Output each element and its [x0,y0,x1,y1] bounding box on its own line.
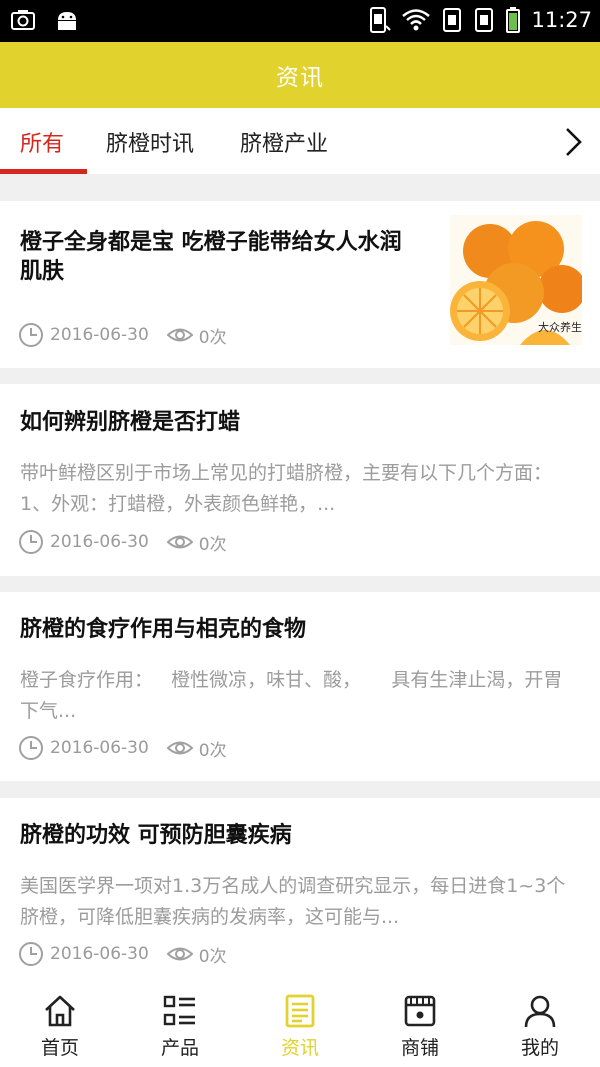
article-meta: 2016-06-30 0次 [18,941,227,967]
article-date: 2016-06-30 [50,738,149,758]
article-title: 脐橙的食疗作用与相克的食物 [20,617,307,642]
article-date: 2016-06-30 [50,944,149,964]
nav-label: 商铺 [400,1037,439,1059]
phone-signal-icon [370,7,392,33]
chevron-right-icon[interactable] [560,126,586,158]
article-meta: 2016-06-30 0次 [18,735,227,761]
news-icon [285,994,315,1028]
shop-icon [404,995,436,1027]
svg-text:大众养生: 大众养生 [538,320,582,334]
article-item[interactable]: 如何辨别脐橙是否打蜡 带叶鲜橙区别于市场上常见的打蜡脐橙，主要有以下几个方面：1… [0,384,600,576]
nav-home[interactable]: 首页 [0,983,120,1067]
header-bar: 资讯 [0,42,600,108]
clock-icon [19,530,43,554]
article-thumbnail: 大众养生 [450,215,582,345]
status-bar: 11:27 [0,0,600,42]
sim2-icon [475,8,494,32]
nav-label: 首页 [40,1037,79,1059]
nav-mine[interactable]: 我的 [480,983,600,1067]
sim1-icon [443,8,462,32]
eye-icon [166,328,193,342]
eye-icon [166,741,193,755]
category-tabs: 所有 脐橙时讯 脐橙产业 [0,108,600,174]
clock-icon [19,942,43,966]
oranges-image: 大众养生 [450,215,582,345]
article-summary: 橙子食疗作用： 橙性微凉，味甘、酸， 具有生津止渴，开胃下气... [20,669,563,722]
nav-label: 产品 [160,1037,199,1059]
page-title: 资讯 [276,65,324,91]
nav-news[interactable]: 资讯 [240,983,360,1067]
tab-all[interactable]: 所有 [20,126,64,158]
eye-icon [166,535,193,549]
article-item[interactable]: 橙子全身都是宝 吃橙子能带给女人水润肌肤 大众养生 2016-06-30 0次 [0,201,600,368]
article-views: 0次 [198,534,227,555]
clock-icon [19,323,43,347]
home-icon [45,995,75,1027]
article-meta: 2016-06-30 0次 [18,529,227,555]
clock-icon [19,736,43,760]
nav-products[interactable]: 产品 [120,983,240,1067]
eye-icon [166,947,193,961]
article-item[interactable]: 脐橙的功效 可预防胆囊疾病 美国医学界一项对1.3万名成人的调查研究显示，每日进… [0,798,600,983]
article-views: 0次 [198,946,227,967]
nav-label: 我的 [520,1037,559,1059]
tab-navel-orange-industry[interactable]: 脐橙产业 [240,126,328,158]
list-icon [163,995,195,1026]
clock: 11:27 [531,8,592,32]
article-views: 0次 [198,740,227,761]
article-date: 2016-06-30 [50,325,149,345]
article-meta: 2016-06-30 0次 [18,322,227,348]
android-icon [58,12,76,30]
wifi-icon [402,9,431,31]
article-title: 橙子全身都是宝 吃橙子能带给女人水润肌肤 [20,230,402,284]
article-summary: 带叶鲜橙区别于市场上常见的打蜡脐橙，主要有以下几个方面：1、外观：打蜡橙，外表颜… [20,462,553,515]
article-title: 如何辨别脐橙是否打蜡 [20,410,241,435]
tab-navel-orange-news[interactable]: 脐橙时讯 [106,126,194,158]
nav-shop[interactable]: 商铺 [360,983,480,1067]
article-item[interactable]: 脐橙的食疗作用与相克的食物 橙子食疗作用： 橙性微凉，味甘、酸， 具有生津止渴，… [0,592,600,781]
article-summary: 美国医学界一项对1.3万名成人的调查研究显示，每日进食1~3个脐橙，可降低胆囊疾… [20,875,566,928]
article-title: 脐橙的功效 可预防胆囊疾病 [20,823,292,848]
screenshot-icon [11,10,35,30]
battery-icon [506,7,521,33]
article-date: 2016-06-30 [50,532,149,552]
article-views: 0次 [198,327,227,348]
bottom-nav: 首页 产品 资讯 商铺 我的 [0,983,600,1067]
active-tab-indicator [0,169,87,174]
user-icon [524,995,556,1028]
nav-label: 资讯 [280,1037,319,1059]
